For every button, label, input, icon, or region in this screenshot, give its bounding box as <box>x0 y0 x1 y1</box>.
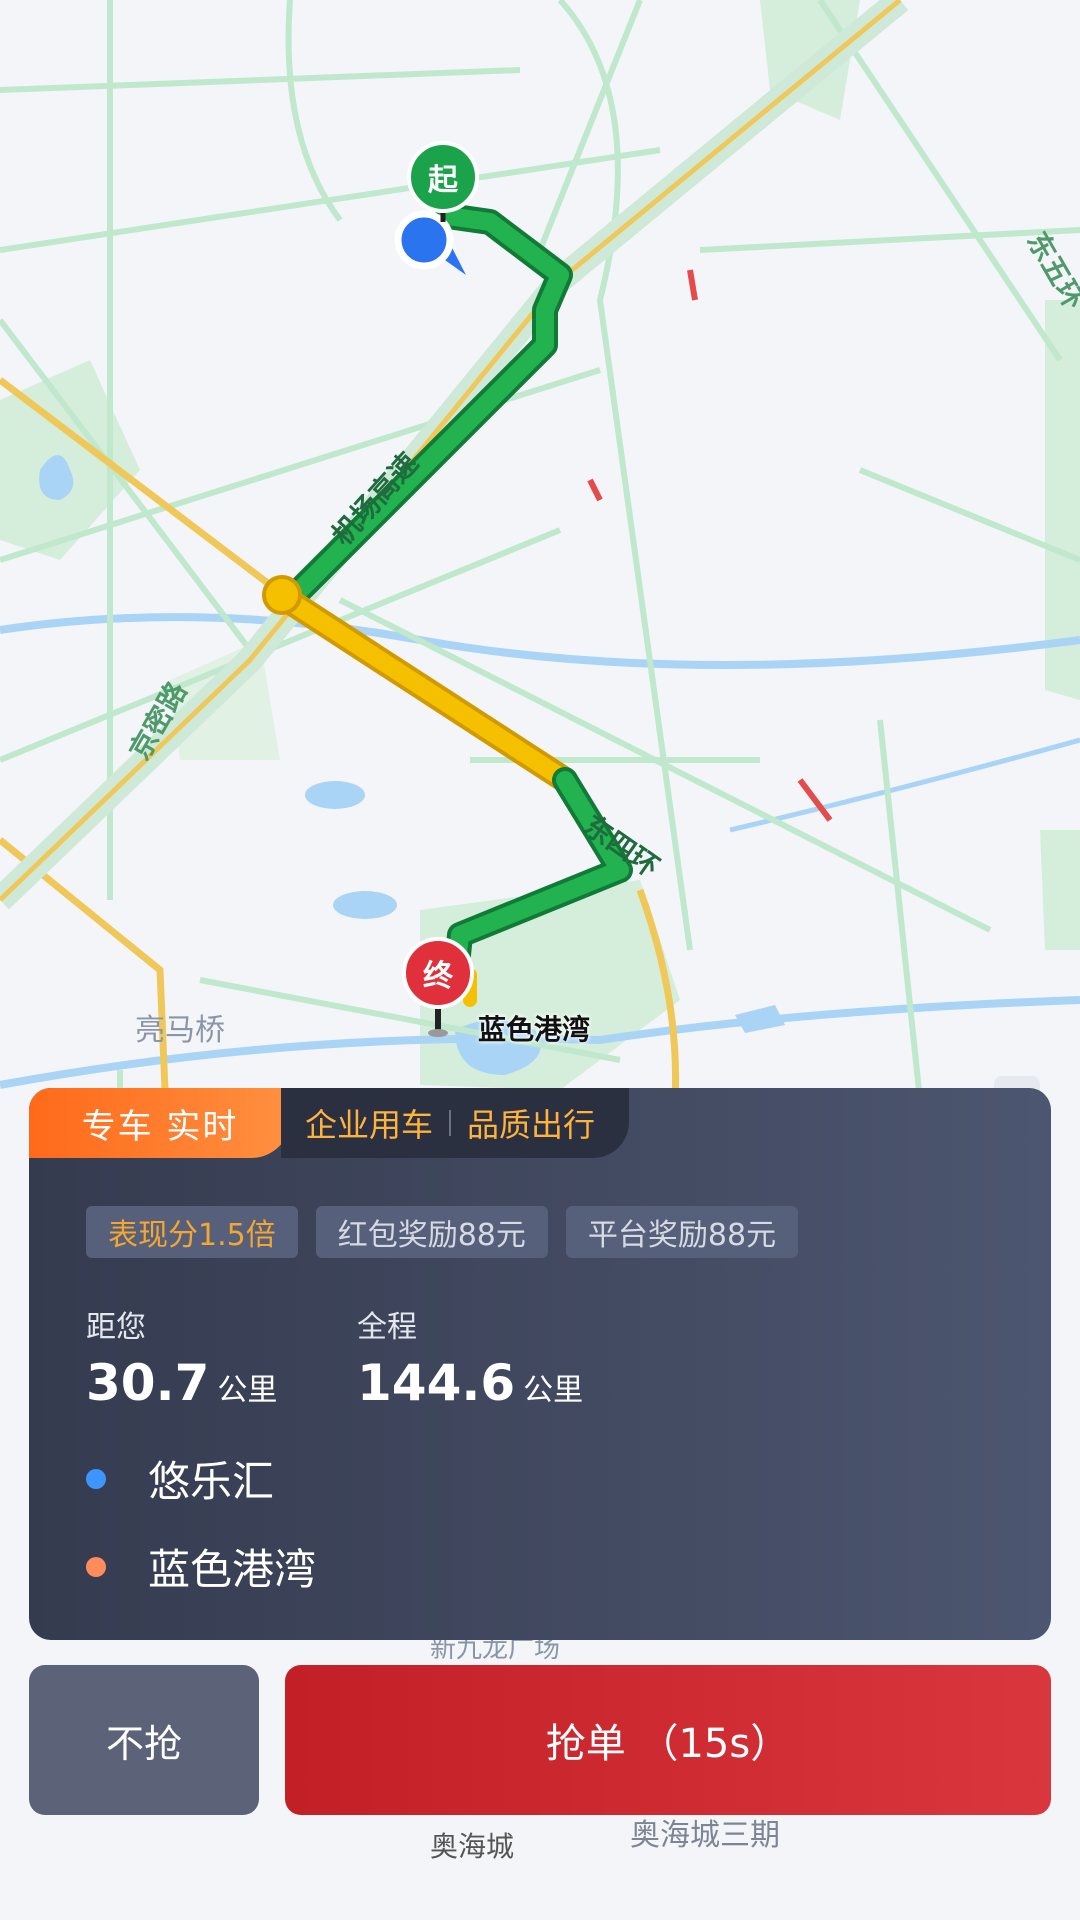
pickup-location: 悠乐汇 <box>86 1448 274 1509</box>
area-label-liangmaqiao: 亮马桥 <box>135 1013 225 1048</box>
total-distance-unit: 公里 <box>523 1373 584 1408</box>
distance-to-you-value: 30.7 <box>86 1354 210 1412</box>
skip-order-label: 不抢 <box>105 1721 182 1766</box>
tag-enterprise: 企业用车 <box>305 1106 434 1144</box>
area-label-aohaicheng: 奥海城 <box>430 1830 515 1863</box>
order-type-tag: 专车 实时 <box>29 1088 291 1158</box>
chip-performance: 表现分1.5倍 <box>86 1206 298 1258</box>
distance-to-you-label: 距您 <box>86 1310 146 1345</box>
pickup-dot-icon <box>86 1468 106 1489</box>
dropoff-dot-icon <box>86 1556 106 1577</box>
total-distance-label: 全程 <box>357 1310 417 1345</box>
tag-divider <box>449 1110 452 1136</box>
chip-platform-reward: 平台奖励88元 <box>565 1206 799 1258</box>
order-sub-tags: 企业用车 品质出行 <box>281 1088 630 1158</box>
area-label-aohaicheng3: 奥海城三期 <box>630 1818 780 1853</box>
dropoff-name: 蓝色港湾 <box>148 1545 317 1594</box>
skip-order-button[interactable]: 不抢 <box>29 1665 259 1815</box>
order-tags: 专车 实时 企业用车 品质出行 <box>29 1088 630 1158</box>
distance-to-you: 距您 30.7 公里 <box>86 1302 277 1412</box>
pickup-name: 悠乐汇 <box>148 1457 275 1506</box>
destination-map-label: 蓝色港湾 <box>478 1013 591 1046</box>
tag-quality: 品质出行 <box>467 1106 596 1144</box>
bonus-chips: 表现分1.5倍 红包奖励88元 平台奖励88元 <box>86 1206 799 1258</box>
dropoff-location: 蓝色港湾 <box>86 1536 316 1597</box>
end-pin: 终 <box>402 937 474 1009</box>
grab-order-label: 抢单 （15s） <box>545 1721 791 1767</box>
distance-to-you-unit: 公里 <box>217 1373 278 1408</box>
total-distance-value: 144.6 <box>357 1354 516 1412</box>
total-distance: 全程 144.6 公里 <box>357 1302 583 1412</box>
start-pin: 起 <box>407 141 479 213</box>
grab-order-button[interactable]: 抢单 （15s） <box>285 1665 1051 1815</box>
order-card: 专车 实时 企业用车 品质出行 表现分1.5倍 红包奖励88元 平台奖励88元 … <box>29 1088 1051 1640</box>
chip-red-packet: 红包奖励88元 <box>315 1206 548 1258</box>
